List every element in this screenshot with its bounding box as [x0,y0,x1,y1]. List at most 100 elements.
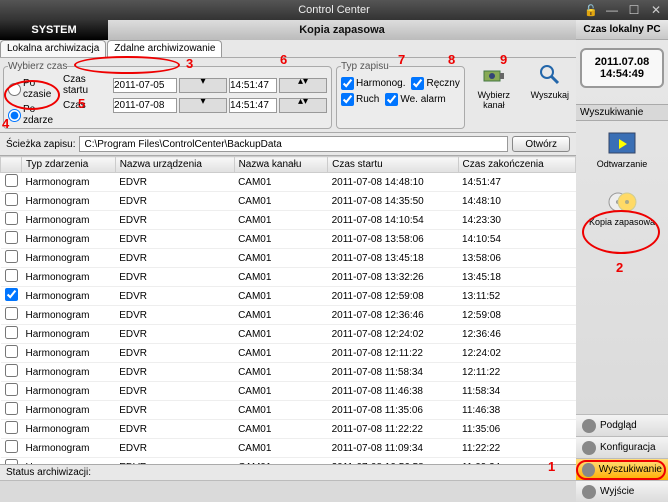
config-button[interactable]: Konfiguracja [576,436,668,458]
cell-end: 14:51:47 [458,173,575,192]
table-row[interactable]: Harmonogram EDVR CAM01 2011-07-08 13:45:… [1,249,576,268]
cell-end: 13:45:18 [458,268,575,287]
cell-start: 2011-07-08 12:11:22 [328,344,458,363]
row-checkbox[interactable] [5,326,18,339]
cell-start: 2011-07-08 11:35:06 [328,401,458,420]
row-checkbox[interactable] [5,421,18,434]
cell-end: 12:24:02 [458,344,575,363]
row-checkbox[interactable] [5,383,18,396]
cell-type: Harmonogram [22,173,116,192]
close-button[interactable]: ✕ [648,3,664,17]
table-row[interactable]: Harmonogram EDVR CAM01 2011-07-08 13:32:… [1,268,576,287]
results-table-wrap[interactable]: Typ zdarzenia Nazwa urządzenia Nazwa kan… [0,156,576,464]
end-label: Czas [63,100,111,111]
row-checkbox[interactable] [5,364,18,377]
table-row[interactable]: Harmonogram EDVR CAM01 2011-07-08 11:35:… [1,401,576,420]
table-row[interactable]: Harmonogram EDVR CAM01 2011-07-08 14:10:… [1,211,576,230]
chk-alarm[interactable]: We. alarm [385,93,445,106]
cell-channel: CAM01 [234,325,328,344]
table-row[interactable]: Harmonogram EDVR CAM01 2011-07-08 14:35:… [1,192,576,211]
table-row[interactable]: Harmonogram EDVR CAM01 2011-07-08 12:24:… [1,325,576,344]
end-date-input[interactable] [113,98,177,113]
cell-device: EDVR [115,268,234,287]
cell-start: 2011-07-08 13:58:06 [328,230,458,249]
cell-end: 12:59:08 [458,306,575,325]
cell-device: EDVR [115,306,234,325]
end-time-input[interactable] [229,98,277,113]
table-row[interactable]: Harmonogram EDVR CAM01 2011-07-08 14:48:… [1,173,576,192]
start-date-input[interactable] [113,78,177,93]
search-icon [582,463,595,477]
cell-end: 14:48:10 [458,192,575,211]
disc-icon [607,189,637,215]
cell-start: 2011-07-08 13:32:26 [328,268,458,287]
time-spin-icon[interactable]: ▴▾ [279,98,327,113]
cell-start: 2011-07-08 12:59:08 [328,287,458,306]
row-checkbox[interactable] [5,231,18,244]
cell-device: EDVR [115,230,234,249]
type-select-group: Typ zapisu Harmonog. Ręczny Ruch We. ala… [336,61,465,129]
date-spin-icon[interactable]: ▾ [179,98,227,113]
clock-header: Czas lokalny PC [576,20,668,40]
row-checkbox[interactable] [5,288,18,301]
chk-motion[interactable]: Ruch [341,93,379,106]
row-checkbox[interactable] [5,440,18,453]
tab-remote-archive[interactable]: Zdalne archiwizowanie [107,40,222,57]
camera-icon [480,61,508,89]
col-end[interactable]: Czas zakończenia [458,157,575,173]
row-checkbox[interactable] [5,345,18,358]
cell-device: EDVR [115,382,234,401]
row-checkbox[interactable] [5,307,18,320]
row-checkbox[interactable] [5,402,18,415]
table-row[interactable]: Harmonogram EDVR CAM01 2011-07-08 12:59:… [1,287,576,306]
select-channel-button[interactable]: Wybierz kanał [471,61,517,110]
row-checkbox[interactable] [5,250,18,263]
playback-button[interactable]: Odtwarzanie [576,131,668,169]
table-row[interactable]: Harmonogram EDVR CAM01 2011-07-08 12:36:… [1,306,576,325]
radio-by-time[interactable]: Po czasie [8,78,63,100]
start-time-input[interactable] [229,78,277,93]
backup-button[interactable]: Kopia zapasowa [576,189,668,227]
col-device[interactable]: Nazwa urządzenia [115,157,234,173]
exit-button[interactable]: Wyjście [576,480,668,502]
maximize-button[interactable]: ☐ [626,3,642,17]
cell-type: Harmonogram [22,401,116,420]
table-row[interactable]: Harmonogram EDVR CAM01 2011-07-08 11:22:… [1,420,576,439]
table-row[interactable]: Harmonogram EDVR CAM01 2011-07-08 11:58:… [1,363,576,382]
cell-device: EDVR [115,439,234,458]
col-channel[interactable]: Nazwa kanału [234,157,328,173]
col-type[interactable]: Typ zdarzenia [22,157,116,173]
date-spin-icon[interactable]: ▾ [179,78,227,93]
row-checkbox[interactable] [5,193,18,206]
cell-channel: CAM01 [234,173,328,192]
lock-icon[interactable]: 🔓 [584,4,598,17]
results-table: Typ zdarzenia Nazwa urządzenia Nazwa kan… [0,156,576,464]
path-input[interactable] [79,136,508,152]
table-row[interactable]: Harmonogram EDVR CAM01 2011-07-08 13:58:… [1,230,576,249]
cell-device: EDVR [115,287,234,306]
table-row[interactable]: Harmonogram EDVR CAM01 2011-07-08 12:11:… [1,344,576,363]
cell-type: Harmonogram [22,325,116,344]
preview-button[interactable]: Podgląd [576,414,668,436]
radio-by-event[interactable]: Po zdarze [8,104,63,126]
tab-local-archive[interactable]: Lokalna archiwizacja [0,40,106,57]
search-button[interactable]: Wyszukaj [527,61,573,100]
search-nav-button[interactable]: Wyszukiwanie [576,458,668,480]
chk-manual[interactable]: Ręczny [411,77,459,90]
open-button[interactable]: Otwórz [512,136,570,152]
col-start[interactable]: Czas startu [328,157,458,173]
cell-start: 2011-07-08 11:22:22 [328,420,458,439]
cell-end: 11:46:38 [458,401,575,420]
cell-end: 11:22:22 [458,439,575,458]
col-check[interactable] [1,157,22,173]
cell-channel: CAM01 [234,401,328,420]
table-row[interactable]: Harmonogram EDVR CAM01 2011-07-08 11:09:… [1,439,576,458]
minimize-button[interactable]: — [604,3,620,17]
row-checkbox[interactable] [5,174,18,187]
row-checkbox[interactable] [5,269,18,282]
time-select-legend: Wybierz czas [8,61,67,72]
time-spin-icon[interactable]: ▴▾ [279,78,327,93]
row-checkbox[interactable] [5,212,18,225]
chk-schedule[interactable]: Harmonog. [341,77,405,90]
table-row[interactable]: Harmonogram EDVR CAM01 2011-07-08 11:46:… [1,382,576,401]
